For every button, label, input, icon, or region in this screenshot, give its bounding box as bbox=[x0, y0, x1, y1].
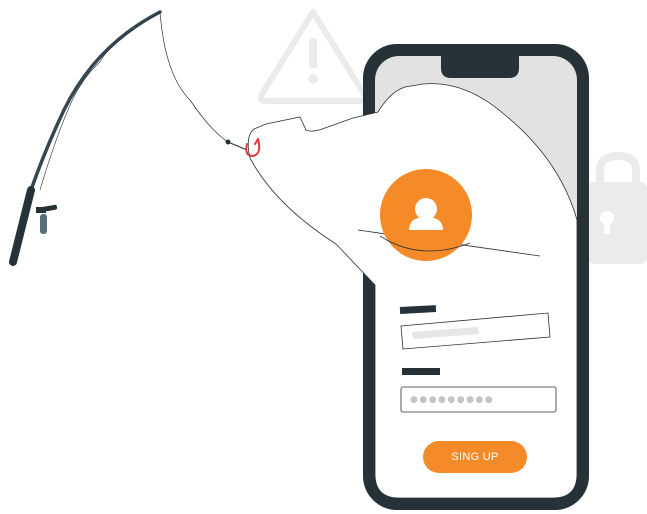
fishing-line bbox=[159, 11, 229, 143]
peeled-fake-screen bbox=[247, 83, 578, 499]
phone-notch bbox=[441, 56, 519, 78]
phishing-illustration bbox=[9, 9, 647, 510]
padlock-icon bbox=[586, 151, 647, 264]
user-avatar-icon bbox=[379, 169, 472, 261]
password-label bbox=[402, 368, 440, 375]
fishing-rod-icon bbox=[9, 10, 162, 266]
password-field[interactable] bbox=[400, 386, 557, 413]
warning-triangle-icon bbox=[257, 9, 369, 104]
signup-button[interactable] bbox=[423, 441, 527, 473]
